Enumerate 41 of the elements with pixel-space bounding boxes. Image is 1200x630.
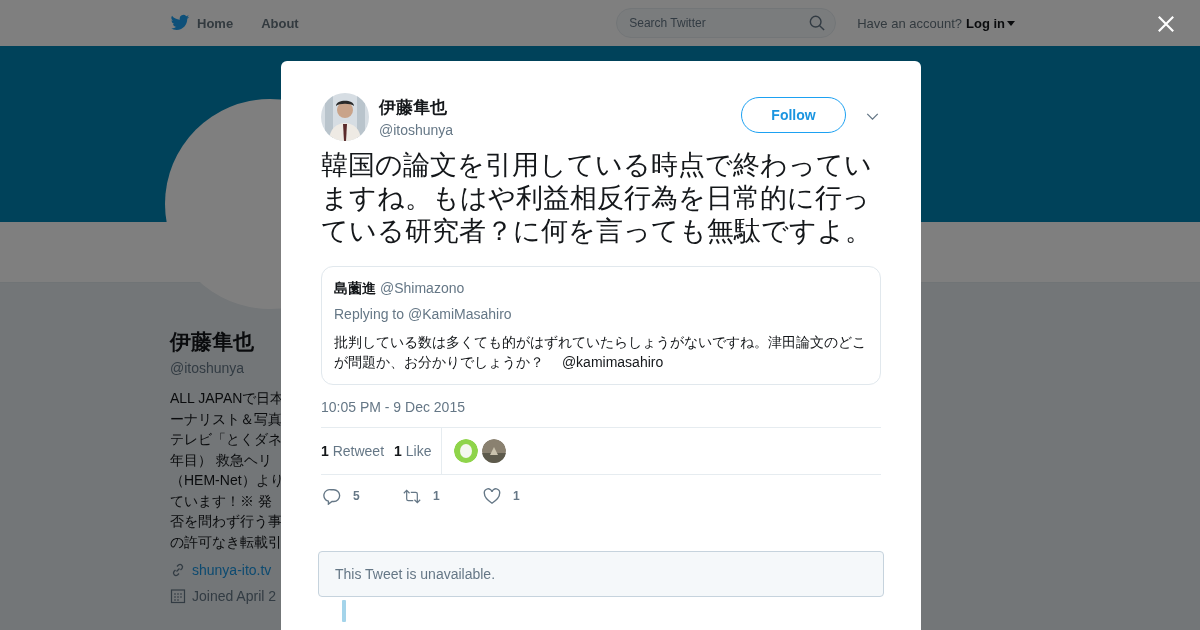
nav-link[interactable]: Home bbox=[197, 15, 234, 31]
caret-icon[interactable] bbox=[1007, 20, 1015, 26]
tweet-timestamp[interactable]: 10:05 PM - 9 Dec 2015 bbox=[321, 399, 881, 415]
bio-line: テレビ「とくダネ bbox=[170, 430, 282, 449]
joined-date: Joined April 2 bbox=[192, 588, 277, 604]
bio-line: 年目） 救急ヘリ bbox=[170, 450, 272, 470]
mention-link[interactable]: @kamimasahiro bbox=[561, 354, 664, 370]
quoted-author-handle: @Shimazono bbox=[380, 280, 465, 296]
bio-line: ーナリスト＆写真 bbox=[170, 409, 282, 429]
unavailable-notice: This Tweet is unavailable. bbox=[318, 551, 884, 597]
quoted-tweet[interactable]: 島薗進 @Shimazono Replying to @KamiMasahiro 批判している数は多くても的がはずれていたらしょうがないですね。津田論文のどこが問題か、お分かりでしょうか？ @kamimasahiro bbox=[321, 266, 881, 385]
author-handle[interactable]: @itoshunya bbox=[379, 122, 741, 138]
account-prompt: Have an account? bbox=[857, 15, 962, 31]
follow-button[interactable]: Follow bbox=[741, 97, 846, 133]
nav-link[interactable]: About bbox=[261, 15, 299, 31]
quoted-author-name: 島薗進 bbox=[334, 280, 376, 296]
replying-to: Replying to @KamiMasahiro bbox=[334, 306, 513, 322]
stat-link[interactable]: 1 Retweet bbox=[321, 443, 385, 459]
calendar-icon bbox=[170, 588, 186, 604]
bio-line: の許可なき転載引 bbox=[170, 532, 282, 552]
action-count: 5 bbox=[353, 489, 360, 503]
stat-link[interactable]: 1 Like bbox=[394, 443, 432, 459]
quoted-text: 批判している数は多くても的がはずれていたらしょうがないですね。津田論文のどこが問題か、お分かりでしょうか？ @kamimasahiro bbox=[334, 333, 867, 372]
reply-icon[interactable] bbox=[323, 487, 341, 505]
bio-line: （HEM-Net）より bbox=[170, 471, 284, 490]
bio-line: 否を問わず行う事 bbox=[170, 512, 282, 531]
login-link[interactable]: Log in bbox=[966, 15, 1005, 31]
search-icon bbox=[809, 15, 826, 31]
author-name[interactable]: 伊藤隼也 bbox=[379, 96, 741, 119]
action-count: 1 bbox=[513, 489, 520, 503]
profile-handle: @itoshunya bbox=[170, 360, 245, 376]
search-field[interactable]: Search Twitter bbox=[616, 8, 837, 38]
bio-line: ています！※ 発 bbox=[170, 491, 272, 511]
retweet-icon[interactable] bbox=[403, 487, 421, 505]
profile-name: 伊藤隼也 bbox=[170, 329, 254, 355]
tweet-text: 韓国の論文を引用している時点で終わっていますね。もはや利益相反行為を日常的に行っている研究者？に何を言っても無駄ですよ。 bbox=[321, 149, 873, 248]
close-icon[interactable] bbox=[1157, 15, 1175, 33]
action-count: 1 bbox=[433, 489, 440, 503]
heart-icon[interactable] bbox=[483, 487, 501, 505]
chevron-icon[interactable] bbox=[866, 112, 879, 120]
link-icon bbox=[170, 562, 186, 578]
